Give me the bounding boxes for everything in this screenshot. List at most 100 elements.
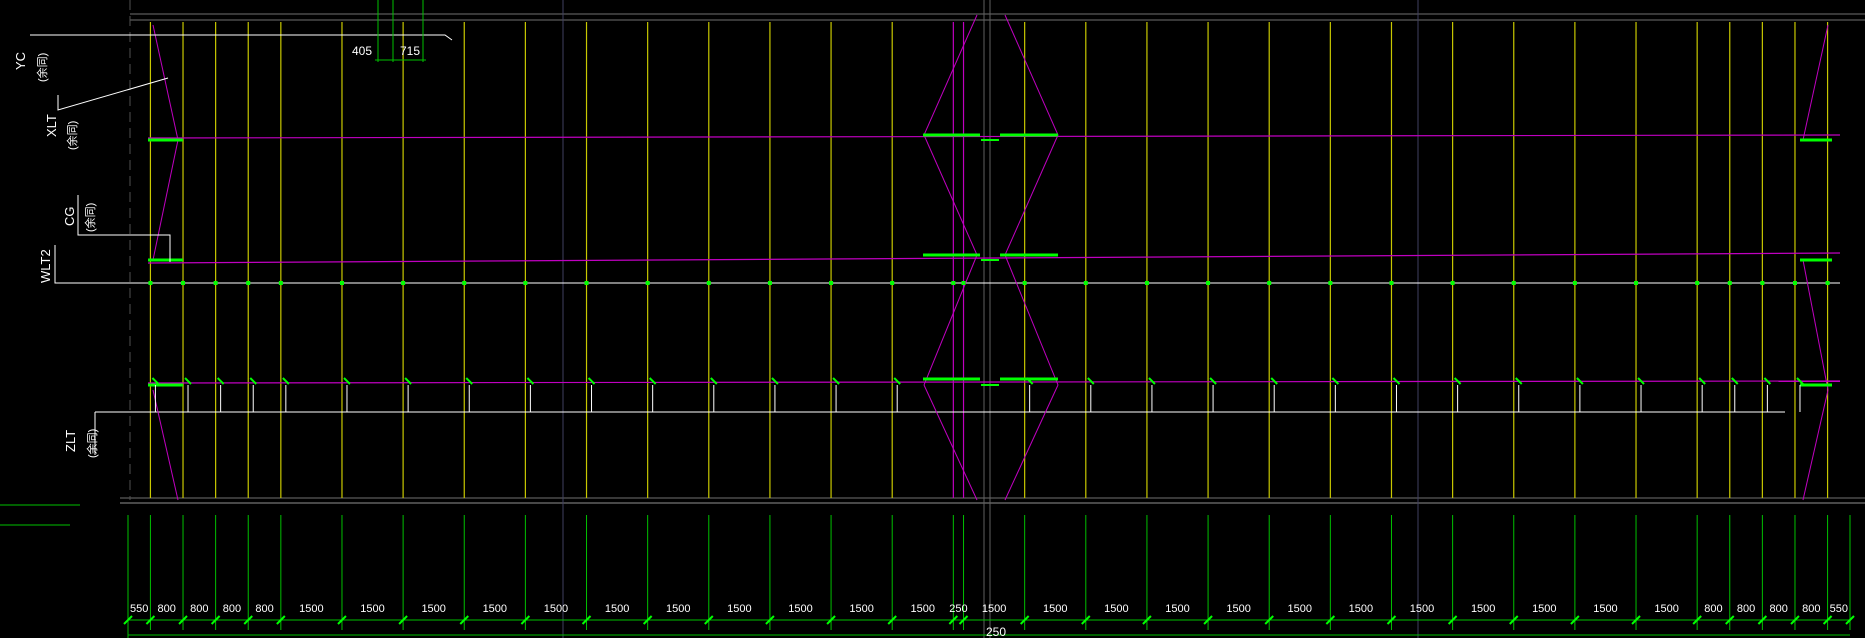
beam-xlt — [147, 134, 1841, 139]
zlt-hanger-marker — [1148, 377, 1156, 385]
bottom-dim-label: 800 — [255, 603, 273, 615]
tag-xlt-note: (余同) — [65, 121, 79, 150]
leader-zlt: ZLT (余同) — [63, 412, 99, 458]
bottom-dim-label: 550 — [1830, 603, 1848, 615]
zlt-hanger-marker — [587, 377, 596, 385]
joint-marker — [1634, 281, 1639, 285]
joint-marker — [401, 281, 406, 285]
joint-marker — [148, 281, 153, 285]
joint-marker — [1760, 281, 1765, 285]
leader-yc: YC (余同) — [13, 34, 453, 82]
bottom-dim-label: 800 — [1802, 603, 1820, 615]
bottom-dim-label: 1500 — [1471, 603, 1495, 615]
tag-cg-note: (余同) — [83, 203, 97, 232]
joint-marker — [584, 281, 589, 285]
bottom-dim-label: 1500 — [299, 603, 323, 615]
zlt-hanger-marker — [1270, 377, 1278, 385]
top-dimension: 405 715 — [352, 0, 426, 62]
bottom-dim-label: 800 — [158, 603, 176, 615]
top-dim-715: 715 — [400, 44, 420, 58]
joint-marker — [1792, 281, 1797, 285]
bottom-dim-label: 1500 — [605, 603, 629, 615]
zlt-hanger-marker — [771, 377, 779, 385]
bottom-dim-label: 1500 — [1654, 603, 1678, 615]
joint-marker — [1328, 281, 1333, 285]
bottom-dim-label: 250 — [949, 603, 967, 615]
joint-marker — [890, 281, 895, 285]
bottom-dim-label: 800 — [1737, 603, 1755, 615]
cad-drawing-canvas[interactable]: YC (余同) XLT (余同) CG (余同) WLT2 ZLT (余同) 4… — [0, 0, 1865, 638]
joint-marker — [1389, 281, 1394, 285]
joint-marker — [181, 281, 186, 285]
joint-marker — [1825, 281, 1830, 285]
joint-marker — [706, 281, 711, 285]
joint-marker — [767, 281, 772, 285]
bottom-total-label: 250 — [986, 625, 1006, 638]
joint-marker — [1267, 281, 1272, 285]
joint-marker — [1206, 281, 1211, 285]
joint-marker — [1144, 281, 1149, 285]
joint-marker — [278, 281, 283, 285]
frame-guide-lines — [0, 0, 1865, 638]
leader-cg: CG (余同) — [62, 195, 171, 262]
joint-marker — [523, 281, 528, 285]
bottom-dim-label: 1500 — [727, 603, 751, 615]
joint-marker — [1022, 281, 1027, 285]
joint-marker — [961, 281, 966, 285]
bottom-dim-label: 1500 — [666, 603, 690, 615]
bottom-dim-label: 1500 — [1593, 603, 1617, 615]
joint-marker — [213, 281, 218, 285]
joint-marker — [1727, 281, 1732, 285]
bottom-dim-label: 1500 — [1104, 603, 1128, 615]
bottom-dim-label: 1500 — [849, 603, 873, 615]
bottom-dim-label: 1500 — [982, 603, 1006, 615]
joint-marker — [645, 281, 650, 285]
joint-marker — [1083, 281, 1088, 285]
bottom-dim-label: 550 — [130, 603, 148, 615]
tag-cg: CG — [62, 207, 77, 227]
zlt-hanger-marker — [893, 377, 901, 385]
joint-marker — [1511, 281, 1516, 285]
bottom-dim-label: 1500 — [1532, 603, 1556, 615]
tag-yc-note: (余同) — [35, 53, 49, 82]
bottom-dim-label: 1500 — [1226, 603, 1250, 615]
tag-zlt: ZLT — [63, 430, 78, 452]
bottom-dim-label: 800 — [1704, 603, 1722, 615]
bottom-dim-label: 1500 — [1043, 603, 1067, 615]
bottom-dim-label: 1500 — [1288, 603, 1312, 615]
bottom-dim-label: 1500 — [483, 603, 507, 615]
joint-marker — [246, 281, 251, 285]
bottom-dim-label: 1500 — [1165, 603, 1189, 615]
joint-marker — [1450, 281, 1455, 285]
joint-marker — [951, 281, 956, 285]
bottom-dim-label: 1500 — [788, 603, 812, 615]
joint-marker — [1695, 281, 1700, 285]
bottom-dim-label: 1500 — [544, 603, 568, 615]
leader-wlt2: WLT2 — [38, 245, 148, 284]
beam-zlt — [147, 380, 1841, 384]
zlt-hanger-marker — [1209, 377, 1217, 385]
zlt-hanger-marker — [648, 377, 657, 385]
joint-marker — [462, 281, 467, 285]
tag-yc: YC — [13, 52, 28, 70]
bottom-dim-label: 1500 — [911, 603, 935, 615]
tag-zlt-note: (余同) — [85, 429, 99, 458]
bottom-dim-label: 1500 — [360, 603, 384, 615]
joint-marker — [1572, 281, 1577, 285]
bottom-dim-label: 800 — [1769, 603, 1787, 615]
bottom-dimension-row: 550 800 800 800 800 1500 1500 1500 1500 1500 1500 1… — [123, 515, 1855, 638]
bottom-dim-label: 800 — [223, 603, 241, 615]
beam-lines — [95, 14, 1841, 501]
top-dim-405: 405 — [352, 44, 372, 58]
joint-marker — [339, 281, 344, 285]
beam-cg — [147, 252, 1841, 264]
bottom-dim-label: 1500 — [1349, 603, 1373, 615]
tag-wlt2: WLT2 — [38, 249, 53, 283]
joint-marker — [829, 281, 834, 285]
bottom-dim-label: 1500 — [421, 603, 445, 615]
zlt-hanger-marker — [710, 377, 718, 385]
bottom-dim-label: 800 — [190, 603, 208, 615]
zlt-hanger-marker — [1087, 377, 1095, 385]
zlt-hanger-marker — [832, 377, 840, 385]
tag-xlt: XLT — [44, 114, 59, 137]
